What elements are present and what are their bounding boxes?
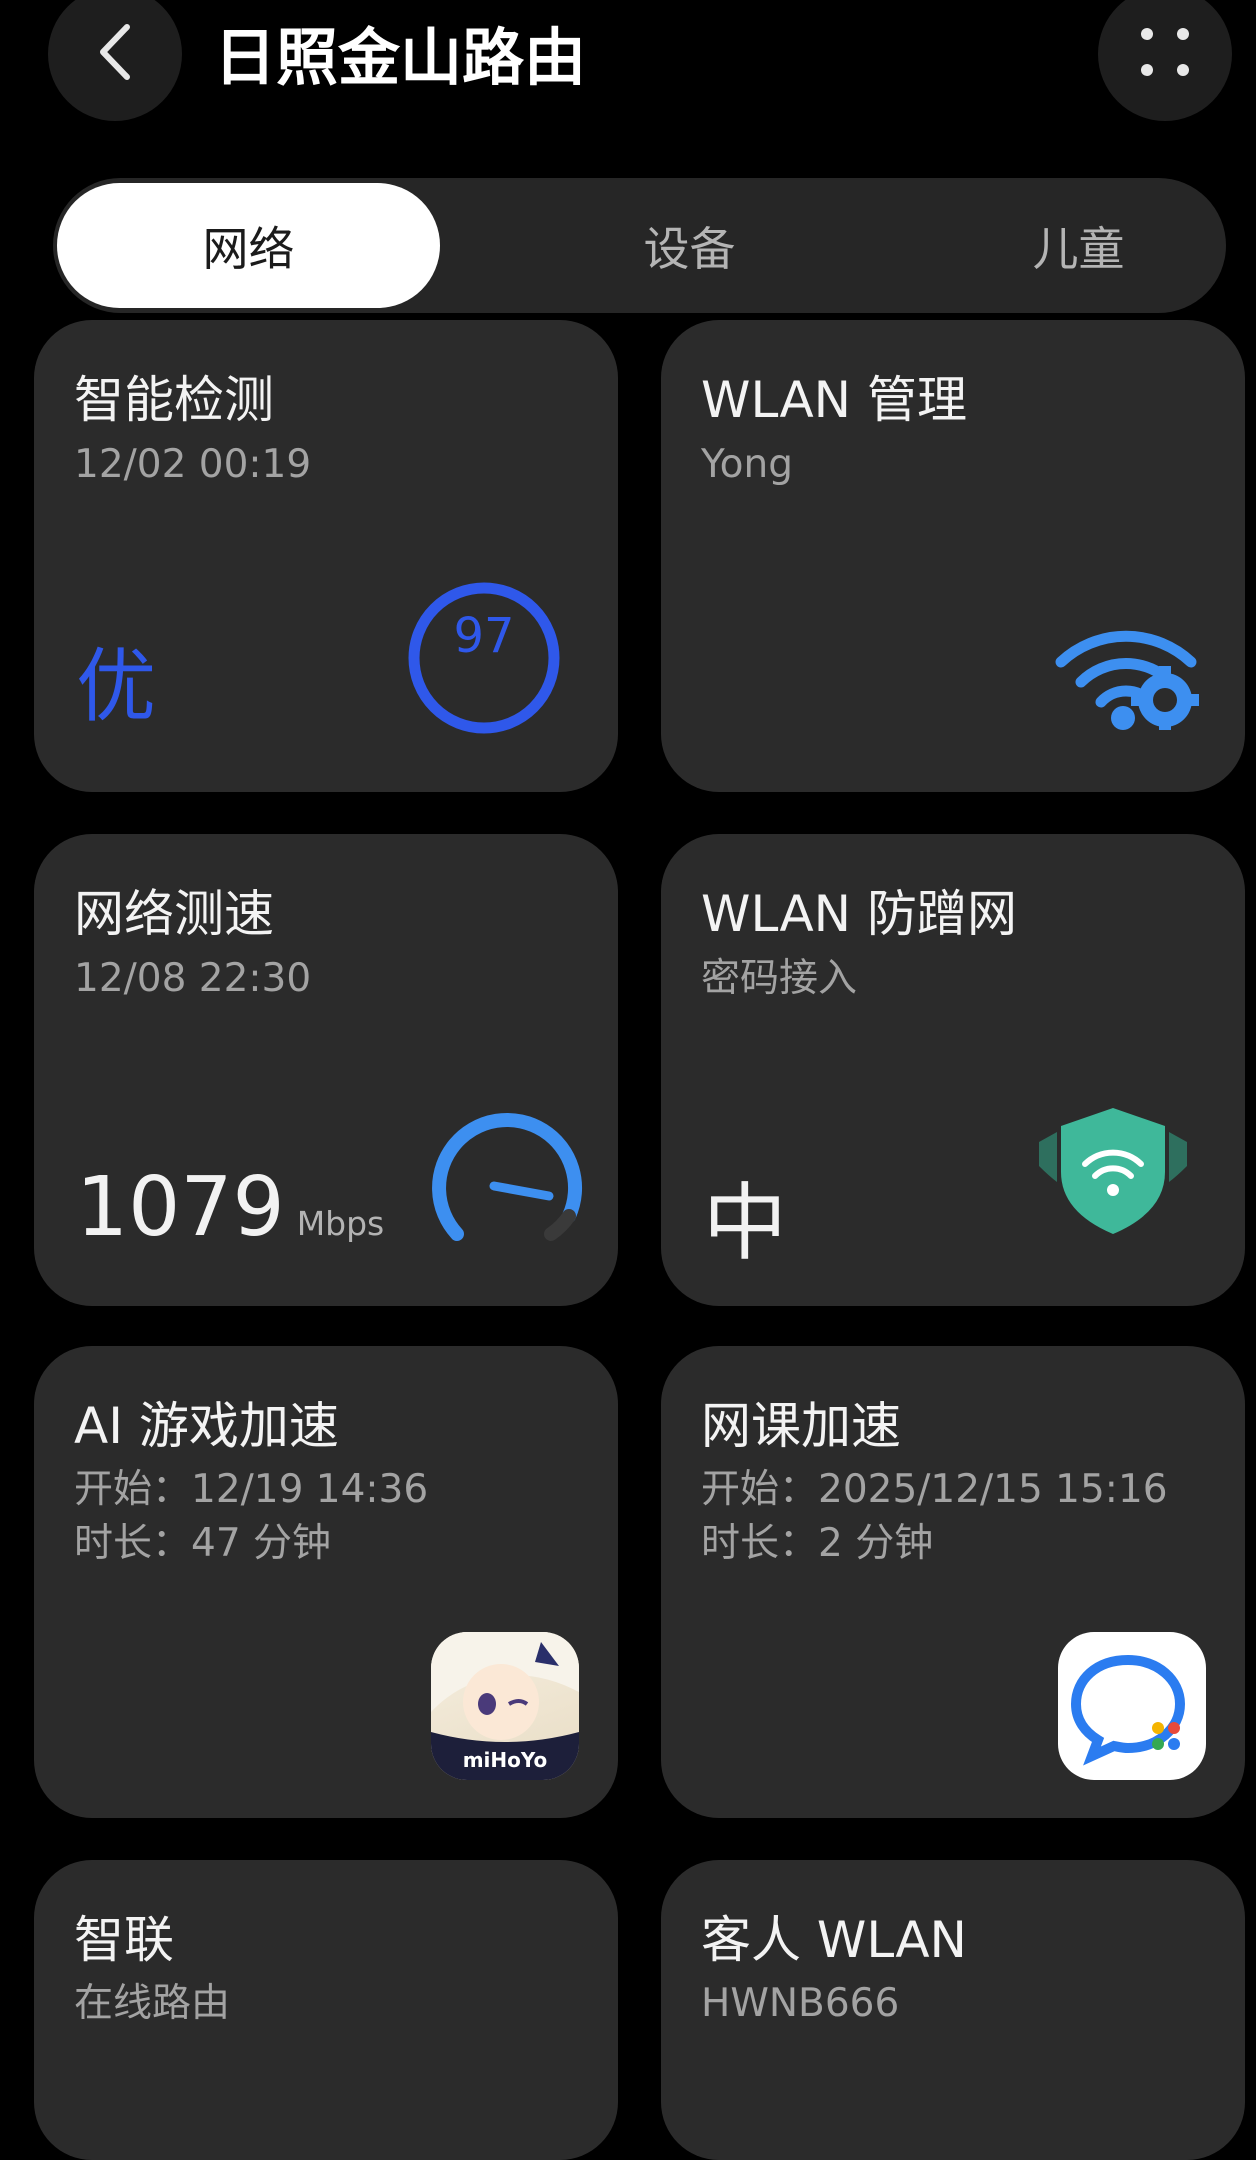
speedometer-icon	[432, 1112, 583, 1241]
class-boost-card[interactable]: 网课加速 开始：2025/12/15 15:16 时长：2 分钟	[661, 1346, 1245, 1818]
security-level: 中	[703, 1174, 788, 1272]
speedtest-time: 12/08 22:30	[74, 956, 312, 1001]
anti-leech-mode: 密码接入	[701, 956, 858, 1001]
game-app-icon: miHoYo	[431, 1632, 579, 1780]
wifi-settings-icon	[1055, 630, 1199, 730]
speed-unit: Mbps	[296, 1204, 385, 1243]
more-button[interactable]	[1098, 0, 1232, 121]
grid-dots-icon	[1137, 24, 1193, 84]
game-boost-card[interactable]: AI 游戏加速 开始：12/19 14:36 时长：47 分钟 miHoYo	[34, 1346, 618, 1818]
speed-value: 1079	[76, 1160, 285, 1255]
card-title: 网课加速	[701, 1397, 901, 1455]
smart-detect-card[interactable]: 智能检测 12/02 00:19 优 97	[34, 320, 618, 792]
detect-grade: 优	[76, 640, 156, 733]
tab-devices[interactable]: 设备	[498, 178, 881, 313]
chat-bubble-app-icon	[1058, 1632, 1206, 1780]
detect-time: 12/02 00:19	[74, 442, 312, 487]
chevron-left-icon	[95, 22, 135, 86]
smart-link-card[interactable]: 智联 在线路由	[34, 1860, 618, 2160]
game-app-label: miHoYo	[462, 1748, 548, 1772]
card-title: 智联	[74, 1911, 174, 1969]
speedtest-card[interactable]: 网络测速 12/08 22:30 1079 Mbps	[34, 834, 618, 1306]
wifi-shield-icon	[1039, 1108, 1187, 1234]
game-duration: 时长：47 分钟	[74, 1521, 332, 1566]
class-start: 开始：2025/12/15 15:16	[701, 1467, 1168, 1512]
anti-leech-card[interactable]: WLAN 防蹭网 密码接入 中	[661, 834, 1245, 1306]
back-button[interactable]	[48, 0, 182, 121]
guest-ssid: HWNB666	[701, 1981, 900, 2026]
guest-wlan-card[interactable]: 客人 WLAN HWNB666	[661, 1860, 1245, 2160]
game-start: 开始：12/19 14:36	[74, 1467, 429, 1512]
page-title: 日照金山路由	[214, 21, 587, 94]
tab-bar: 网络 设备 儿童	[53, 178, 1226, 313]
card-title: WLAN 防蹭网	[701, 885, 1017, 943]
detect-score: 97	[453, 608, 515, 664]
smart-link-sub: 在线路由	[74, 1981, 231, 2026]
speed-readout: 1079 Mbps	[76, 1160, 384, 1255]
wlan-manage-card[interactable]: WLAN 管理 Yong	[661, 320, 1245, 792]
card-title: WLAN 管理	[701, 371, 967, 429]
card-title: 智能检测	[74, 371, 274, 429]
card-title: 客人 WLAN	[701, 1911, 967, 1969]
tab-children[interactable]: 儿童	[887, 178, 1256, 313]
class-duration: 时长：2 分钟	[701, 1521, 934, 1566]
card-title: 网络测速	[74, 885, 274, 943]
card-title: AI 游戏加速	[74, 1397, 339, 1455]
tab-network[interactable]: 网络	[57, 183, 440, 308]
wlan-ssid: Yong	[701, 442, 793, 487]
